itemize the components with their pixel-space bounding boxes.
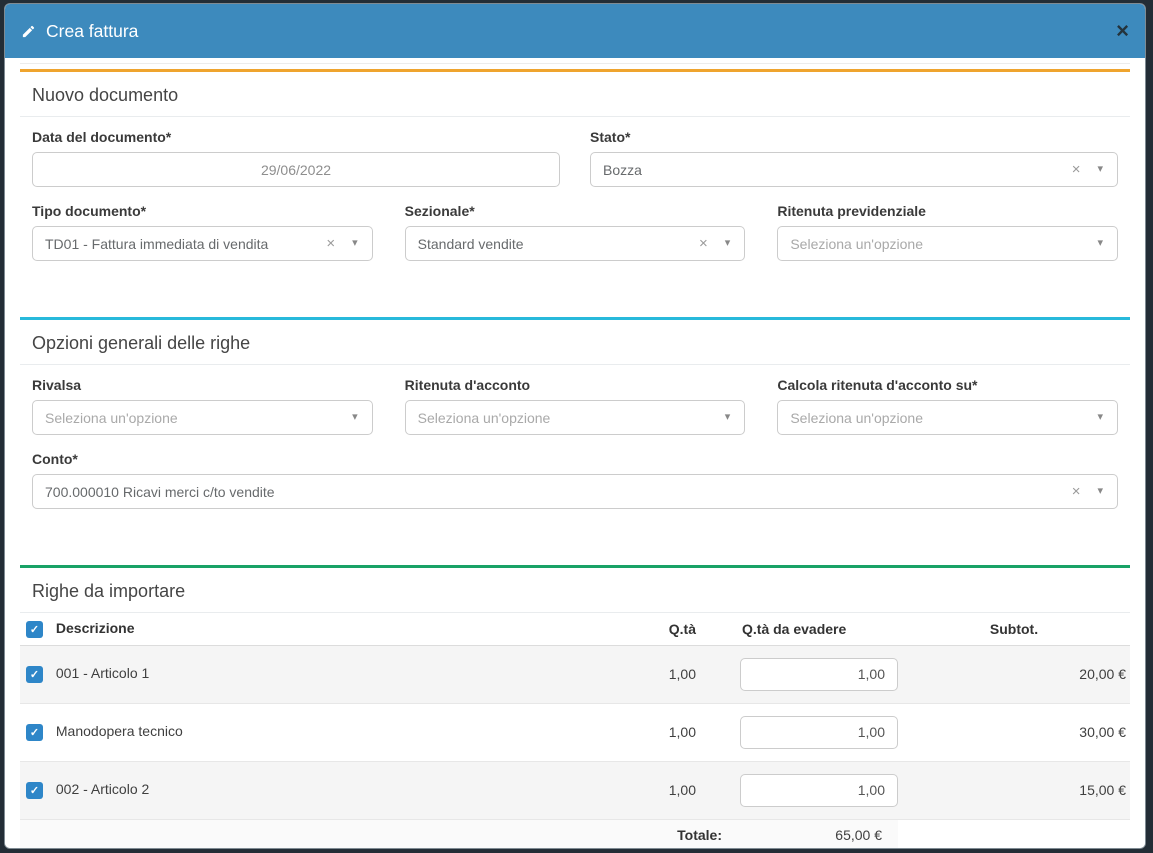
row-qty: 1,00 [618, 645, 732, 703]
create-invoice-modal: Crea fattura × Nuovo documento Data del … [4, 3, 1146, 849]
field-conto: Conto* 700.000010 Ricavi merci c/to vend… [32, 451, 1118, 509]
row-subtotal: 20,00 € [898, 645, 1130, 703]
row-checkbox[interactable]: ✓ [26, 724, 43, 741]
clear-icon[interactable]: × [699, 235, 708, 252]
conto-label: Conto* [32, 451, 1118, 467]
doc-type-label: Tipo documento* [32, 203, 373, 219]
rivalsa-placeholder: Seleziona un'opzione [45, 410, 352, 426]
status-label: Stato* [590, 129, 1118, 145]
calcola-ritenuta-select[interactable]: Seleziona un'opzione ▾ [777, 400, 1118, 435]
row-description: 001 - Articolo 1 [56, 665, 149, 681]
ritenuta-acconto-select[interactable]: Seleziona un'opzione ▾ [405, 400, 746, 435]
modal-header: Crea fattura × [5, 4, 1145, 58]
row-description: Manodopera tecnico [56, 723, 183, 739]
clear-icon[interactable]: × [1072, 483, 1081, 500]
field-status: Stato* Bozza × ▾ [590, 129, 1118, 187]
close-icon[interactable]: × [1116, 20, 1129, 42]
select-all-checkbox[interactable]: ✓ [26, 621, 43, 638]
table-row: ✓ Manodopera tecnico 1,00 30,00 € [20, 703, 1130, 761]
chevron-down-icon: ▾ [725, 412, 731, 423]
status-value: Bozza [603, 162, 1064, 178]
chevron-down-icon: ▾ [352, 238, 358, 249]
header-qty: Q.tà [618, 613, 732, 645]
header-subtotal: Subtot. [898, 613, 1130, 645]
status-select[interactable]: Bozza × ▾ [590, 152, 1118, 187]
qty-due-input[interactable] [740, 716, 898, 749]
footer-empty-cell [898, 819, 1130, 849]
field-ritenuta-acconto: Ritenuta d'acconto Seleziona un'opzione … [405, 377, 746, 435]
chevron-down-icon: ▾ [352, 412, 358, 423]
field-doc-type: Tipo documento* TD01 - Fattura immediata… [32, 203, 373, 261]
section-new-document: Nuovo documento Data del documento* Stat… [20, 69, 1130, 285]
row-description: 002 - Articolo 2 [56, 781, 149, 797]
clear-icon[interactable]: × [1072, 161, 1081, 178]
chevron-down-icon: ▾ [1097, 486, 1103, 497]
sezionale-select[interactable]: Standard vendite × ▾ [405, 226, 746, 261]
section-title: Righe da importare [20, 568, 1130, 613]
document-date-input[interactable] [32, 152, 560, 187]
chevron-down-icon: ▾ [1097, 164, 1103, 175]
section-line-options: Opzioni generali delle righe Rivalsa Sel… [20, 317, 1130, 533]
field-calcola-ritenuta: Calcola ritenuta d'acconto su* Seleziona… [777, 377, 1118, 435]
modal-title: Crea fattura [21, 21, 138, 42]
clear-icon[interactable]: × [326, 235, 335, 252]
row-subtotal: 15,00 € [898, 761, 1130, 819]
pencil-icon [21, 24, 36, 39]
field-sezionale: Sezionale* Standard vendite × ▾ [405, 203, 746, 261]
conto-select[interactable]: 700.000010 Ricavi merci c/to vendite × ▾ [32, 474, 1118, 509]
row-subtotal: 30,00 € [898, 703, 1130, 761]
modal-body: Nuovo documento Data del documento* Stat… [5, 58, 1145, 849]
ritenuta-previdenziale-label: Ritenuta previdenziale [777, 203, 1118, 219]
header-description: Descrizione [56, 620, 135, 636]
rivalsa-select[interactable]: Seleziona un'opzione ▾ [32, 400, 373, 435]
sezionale-label: Sezionale* [405, 203, 746, 219]
section-lines-to-import: Righe da importare ✓ Descrizione Q.tà Q.… [20, 565, 1130, 849]
field-rivalsa: Rivalsa Seleziona un'opzione ▾ [32, 377, 373, 435]
ritenuta-acconto-placeholder: Seleziona un'opzione [418, 410, 725, 426]
total-value: 65,00 € [732, 819, 898, 849]
conto-value: 700.000010 Ricavi merci c/to vendite [45, 484, 1064, 500]
row-qty: 1,00 [618, 703, 732, 761]
table-row: ✓ 001 - Articolo 1 1,00 20,00 € [20, 645, 1130, 703]
row-checkbox[interactable]: ✓ [26, 782, 43, 799]
doc-type-value: TD01 - Fattura immediata di vendita [45, 236, 318, 252]
row-checkbox[interactable]: ✓ [26, 666, 43, 683]
header-qty-due: Q.tà da evadere [732, 613, 898, 645]
ritenuta-previdenziale-select[interactable]: Seleziona un'opzione ▾ [777, 226, 1118, 261]
field-ritenuta-previdenziale: Ritenuta previdenziale Seleziona un'opzi… [777, 203, 1118, 261]
field-document-date: Data del documento* [32, 129, 560, 187]
total-label: Totale: [20, 819, 732, 849]
chevron-down-icon: ▾ [1097, 412, 1103, 423]
table-row: ✓ 002 - Articolo 2 1,00 15,00 € [20, 761, 1130, 819]
chevron-down-icon: ▾ [725, 238, 731, 249]
section-title: Nuovo documento [20, 72, 1130, 117]
lines-table: ✓ Descrizione Q.tà Q.tà da evadere Subto… [20, 613, 1130, 849]
qty-due-input[interactable] [740, 658, 898, 691]
ritenuta-previdenziale-placeholder: Seleziona un'opzione [790, 236, 1097, 252]
calcola-ritenuta-label: Calcola ritenuta d'acconto su* [777, 377, 1118, 393]
chevron-down-icon: ▾ [1097, 238, 1103, 249]
section-title: Opzioni generali delle righe [20, 320, 1130, 365]
table-footer-row: Totale: 65,00 € [20, 819, 1130, 849]
calcola-ritenuta-placeholder: Seleziona un'opzione [790, 410, 1097, 426]
table-header-row: ✓ Descrizione Q.tà Q.tà da evadere Subto… [20, 613, 1130, 645]
doc-type-select[interactable]: TD01 - Fattura immediata di vendita × ▾ [32, 226, 373, 261]
document-date-label: Data del documento* [32, 129, 560, 145]
ritenuta-acconto-label: Ritenuta d'acconto [405, 377, 746, 393]
sezionale-value: Standard vendite [418, 236, 691, 252]
row-qty: 1,00 [618, 761, 732, 819]
divider [20, 63, 1130, 64]
modal-title-text: Crea fattura [46, 21, 138, 42]
qty-due-input[interactable] [740, 774, 898, 807]
rivalsa-label: Rivalsa [32, 377, 373, 393]
